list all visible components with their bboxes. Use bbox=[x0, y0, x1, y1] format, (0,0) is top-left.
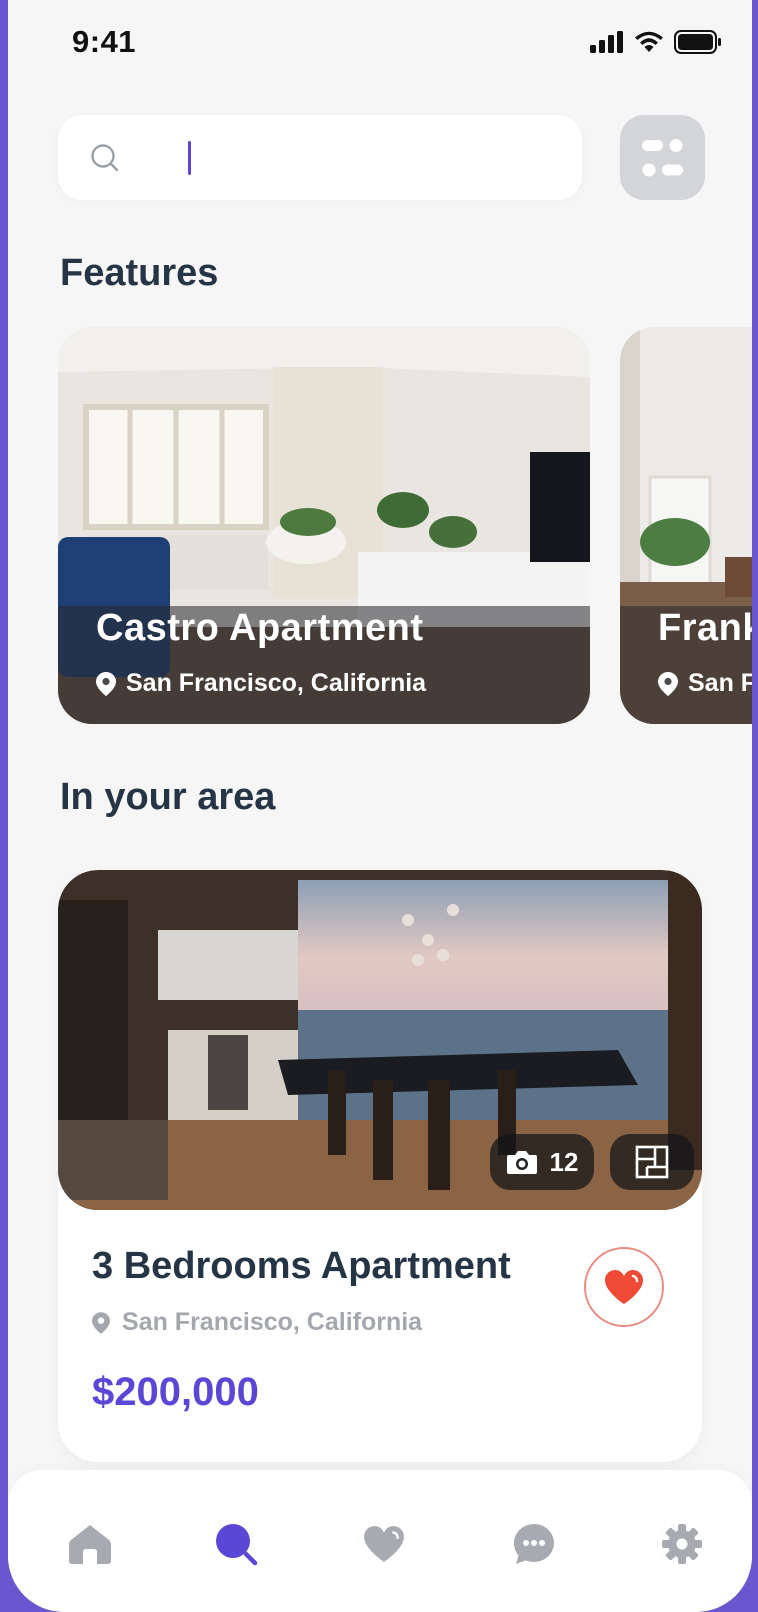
location-pin-icon bbox=[92, 1311, 110, 1334]
floorplan-button[interactable] bbox=[610, 1134, 694, 1190]
tab-favorites[interactable] bbox=[358, 1518, 410, 1570]
feature-card[interactable]: Frank San F bbox=[620, 327, 752, 724]
listing-photo bbox=[58, 870, 702, 1210]
feature-title: Frank bbox=[658, 607, 752, 649]
listing-title: 3 Bedrooms Apartment bbox=[92, 1245, 511, 1287]
feature-location: San Francisco, California bbox=[96, 669, 426, 698]
listing-location: San Francisco, California bbox=[92, 1308, 422, 1337]
tab-bar bbox=[8, 1470, 752, 1612]
feature-location-text: San F bbox=[688, 669, 752, 697]
location-pin-icon bbox=[96, 671, 116, 696]
feature-title: Castro Apartment bbox=[96, 607, 424, 649]
features-title: Features bbox=[60, 252, 219, 294]
favorite-button[interactable] bbox=[584, 1247, 664, 1327]
wifi-icon bbox=[635, 31, 663, 52]
area-title: In your area bbox=[60, 776, 276, 818]
listing-price: $200,000 bbox=[92, 1370, 259, 1414]
camera-icon bbox=[506, 1151, 537, 1174]
listing-photo-image bbox=[58, 870, 702, 1210]
home-icon bbox=[69, 1525, 111, 1564]
location-pin-icon bbox=[658, 671, 678, 696]
chat-icon bbox=[514, 1524, 554, 1564]
search-icon bbox=[216, 1524, 258, 1566]
filter-button[interactable] bbox=[620, 115, 705, 200]
search-input[interactable] bbox=[140, 133, 564, 183]
text-caret bbox=[188, 141, 191, 175]
listing-card[interactable]: 12 3 Bedrooms Apartment San Francisco, C… bbox=[58, 870, 702, 1462]
heart-icon bbox=[605, 1270, 643, 1304]
tab-search[interactable] bbox=[210, 1518, 262, 1570]
gear-icon bbox=[662, 1524, 702, 1564]
photo-count: 12 bbox=[549, 1146, 579, 1177]
feature-location-text: San Francisco, California bbox=[126, 669, 427, 697]
tab-settings[interactable] bbox=[656, 1518, 708, 1570]
feature-card[interactable]: Castro Apartment San Francisco, Californ… bbox=[58, 327, 590, 724]
feature-location: San F bbox=[658, 669, 752, 698]
tab-home[interactable] bbox=[64, 1518, 116, 1570]
filter-icon bbox=[642, 139, 683, 177]
photo-count-badge[interactable]: 12 bbox=[490, 1134, 594, 1190]
status-icons bbox=[590, 30, 722, 54]
heart-icon bbox=[364, 1526, 404, 1562]
search-icon bbox=[91, 144, 119, 172]
listing-location-text: San Francisco, California bbox=[122, 1308, 423, 1336]
floorplan-icon bbox=[635, 1145, 669, 1179]
signal-icon bbox=[590, 31, 623, 53]
phone-screen: 9:41 Features Castro Apartment San Franc… bbox=[8, 0, 752, 1612]
status-time: 9:41 bbox=[72, 24, 137, 59]
search-bar[interactable] bbox=[58, 115, 582, 200]
tab-messages[interactable] bbox=[508, 1518, 560, 1570]
battery-icon bbox=[674, 30, 721, 54]
